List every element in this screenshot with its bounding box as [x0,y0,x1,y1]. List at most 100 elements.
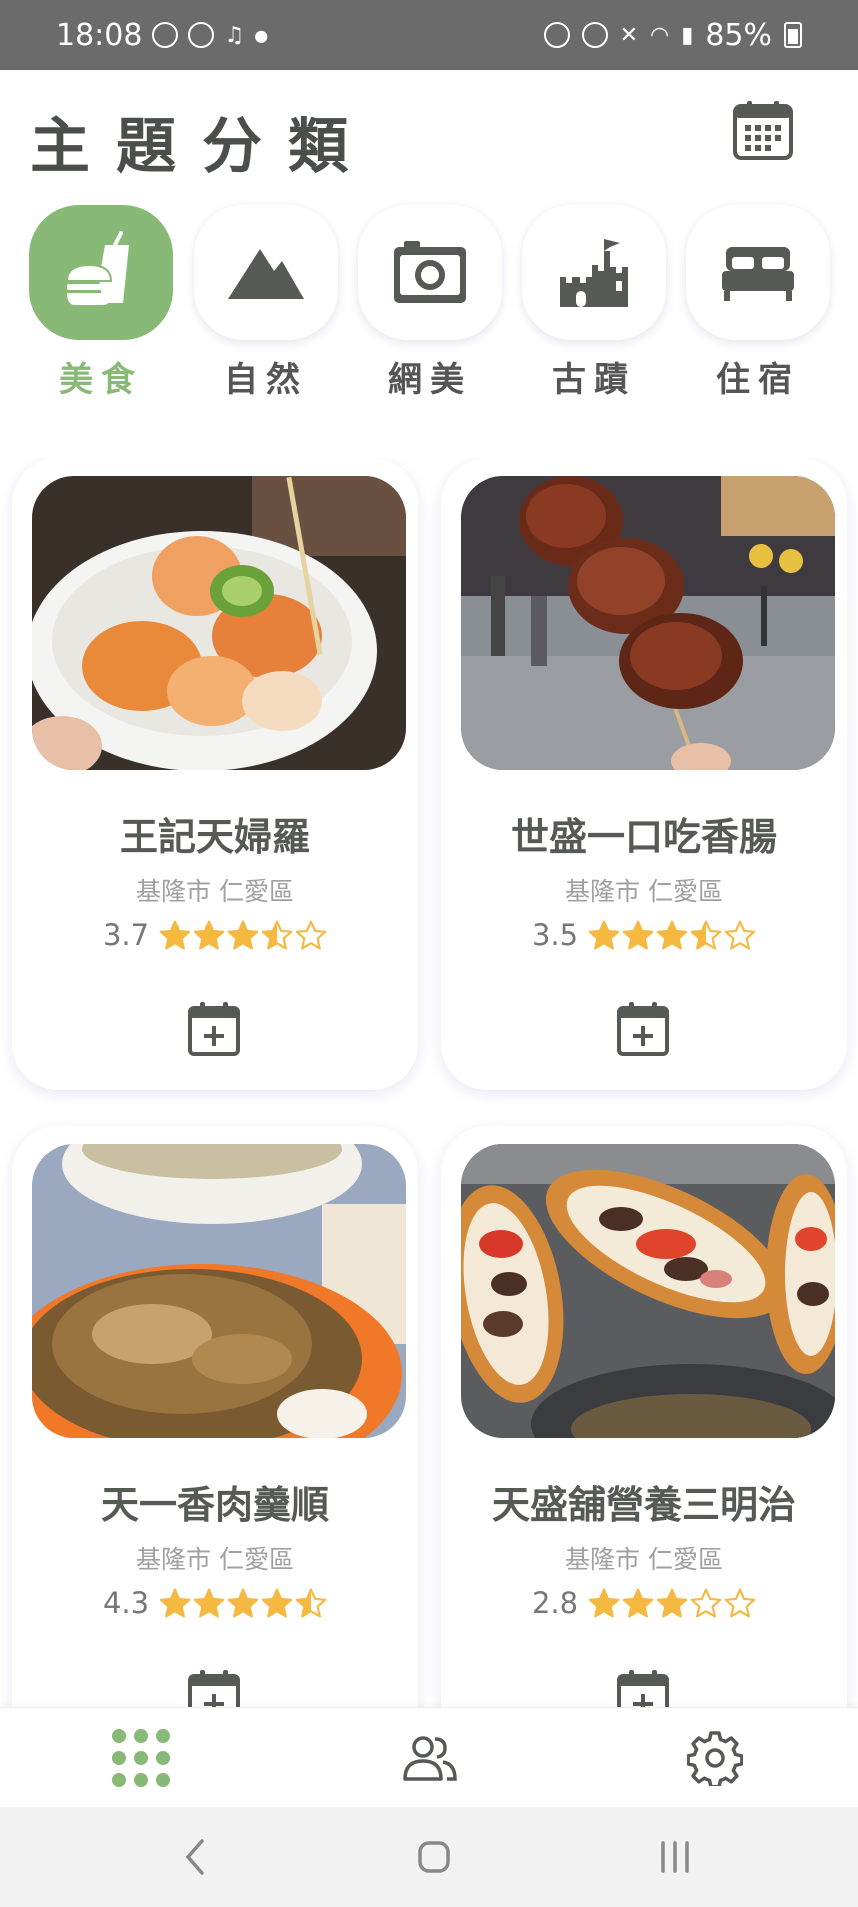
add-to-calendar-button[interactable] [616,1668,670,1708]
rating-value: 2.8 [531,1586,579,1620]
star-half-icon [690,920,722,950]
category-label: 古蹟 [552,360,636,400]
star-full-icon [227,920,259,950]
nav-categories[interactable] [109,1726,173,1790]
clock-icon [152,22,179,48]
line-app-icon [188,22,215,48]
category-label: 美食 [59,360,143,400]
star-empty-icon [724,920,756,950]
place-card[interactable]: 王記天婦羅 基隆市 仁愛區 3.7 [12,458,418,1090]
nav-community[interactable] [397,1726,461,1790]
header: 主題分類 [0,70,858,200]
star-full-icon [159,1588,191,1618]
calendar-add-icon [617,1670,669,1708]
star-full-icon [656,920,688,950]
star-empty-icon [295,920,327,950]
food-icon [65,230,129,305]
category-food[interactable]: 美食 [29,205,173,401]
place-rating: 2.8 [441,1586,847,1620]
calendar-add-icon [188,1002,240,1056]
place-rating: 3.7 [12,918,418,952]
add-to-calendar-button[interactable] [187,1000,241,1058]
place-card[interactable]: 天盛舖營養三明治 基隆市 仁愛區 2.8 [441,1126,847,1708]
star-full-icon [193,1588,225,1618]
place-card[interactable]: 世盛一口吃香腸 基隆市 仁愛區 3.5 [441,458,847,1090]
place-photo [32,1144,406,1438]
category-nature[interactable]: 自然 [194,205,338,401]
star-half-icon [261,920,293,950]
place-photo [461,1144,835,1438]
place-location: 基隆市 仁愛區 [565,877,723,906]
battery-percent: 85% [705,17,772,53]
notification-icon: ♫ [224,22,245,48]
place-name: 王記天婦羅 [119,815,310,859]
recents-icon [661,1841,689,1873]
category-lodging[interactable]: 住宿 [686,205,830,401]
category-label: 自然 [224,360,308,400]
back-button[interactable] [165,1829,225,1885]
place-location: 基隆市 仁愛區 [136,1545,294,1574]
rating-value: 4.3 [102,1586,150,1620]
star-full-icon [622,1588,654,1618]
mountain-icon [228,248,304,299]
place-card[interactable]: 天一香肉羹順 基隆市 仁愛區 4.3 [12,1126,418,1708]
home-icon [418,1841,450,1873]
rating-value: 3.5 [531,918,579,952]
more-notifications-dot: ● [254,25,269,45]
rating-value: 3.7 [102,918,150,952]
castle-icon [560,238,628,307]
category-tile [194,205,338,340]
star-full-icon [588,1588,620,1618]
place-location: 基隆市 仁愛區 [565,1545,723,1574]
star-half-icon [295,1588,327,1618]
add-to-calendar-button[interactable] [616,1000,670,1058]
home-button[interactable] [404,1829,464,1885]
category-label: 住宿 [716,360,800,400]
place-rating: 3.5 [441,918,847,952]
bottom-nav [0,1707,858,1808]
nav-settings[interactable] [683,1726,747,1790]
system-nav-bar [0,1807,858,1907]
place-name: 天盛舖營養三明治 [491,1483,796,1527]
star-empty-icon [724,1588,756,1618]
category-tile [522,205,666,340]
star-full-icon [656,1588,688,1618]
recents-button[interactable] [645,1829,705,1885]
star-rating [588,920,756,950]
category-historic[interactable]: 古蹟 [522,205,666,401]
add-to-calendar-button[interactable] [187,1668,241,1708]
status-time: 18:08 [56,17,143,53]
calendar-add-icon [188,1670,240,1708]
calendar-button[interactable] [732,100,794,162]
place-location: 基隆市 仁愛區 [136,877,294,906]
camera-icon [394,240,466,303]
star-full-icon [588,920,620,950]
bed-icon [722,246,794,301]
star-full-icon [261,1588,293,1618]
star-rating [159,920,327,950]
category-photo-spots[interactable]: 網美 [358,205,502,401]
category-bar: 美食 自然 網美 古蹟 住宿 [0,205,858,405]
gear-icon [687,1731,743,1786]
category-tile [29,205,173,340]
star-rating [588,1588,756,1618]
star-full-icon [193,920,225,950]
back-icon [185,1839,204,1875]
category-tile [686,205,830,340]
category-tile [358,205,502,340]
wifi-icon: ◠ [650,22,670,48]
mute-icon: ✕ [619,22,638,48]
status-bar: 18:08 ♫ ● ✕ ◠ ▮ 85% [0,0,858,70]
grid-icon [112,1729,170,1787]
category-label: 網美 [388,360,472,400]
place-grid: 王記天婦羅 基隆市 仁愛區 3.7 世盛一口吃香腸 基隆市 仁愛區 3.5 天一… [0,458,858,1708]
calendar-add-icon [617,1002,669,1056]
star-empty-icon [690,1588,722,1618]
star-full-icon [622,920,654,950]
place-name: 世盛一口吃香腸 [510,815,777,859]
alarm-icon [581,22,608,48]
calendar-icon [733,101,793,160]
battery-icon [784,22,802,48]
place-photo [461,476,835,770]
page-title: 主題分類 [30,112,374,182]
